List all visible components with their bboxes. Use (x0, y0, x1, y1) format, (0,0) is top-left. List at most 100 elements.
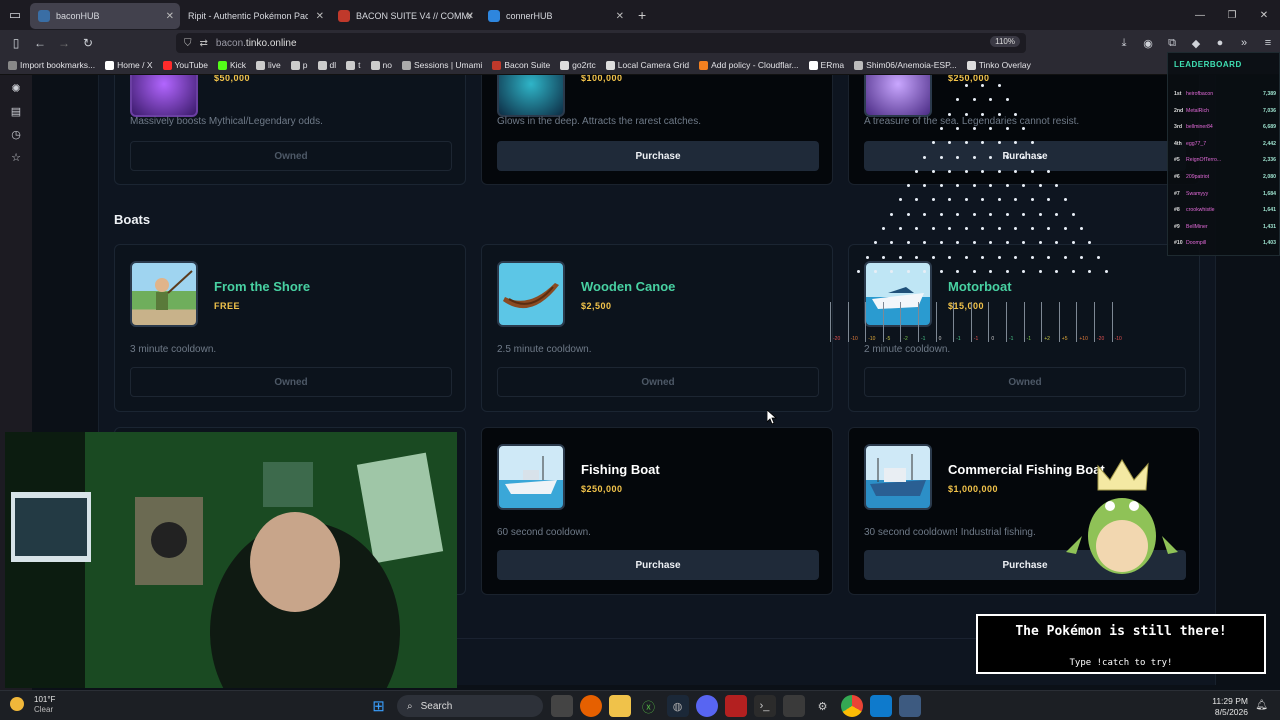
bookmark-item[interactable]: Sessions | Umami (401, 60, 482, 70)
leaderboard-rank: #5 (1174, 157, 1180, 164)
owned-button[interactable]: Owned (130, 367, 452, 397)
bookmark-item[interactable]: Bacon Suite (492, 60, 550, 70)
system-clock[interactable]: 11:29 PM 8/5/2026 (1212, 696, 1248, 718)
bookmark-item[interactable]: Shim06/Anemoia-ESP... (854, 60, 957, 70)
bookmark-item[interactable]: Import bookmarks... (8, 60, 95, 70)
tab-close-icon[interactable]: ✕ (466, 11, 474, 22)
plinko-peg (1022, 269, 1026, 273)
sidebar-toggle-icon[interactable]: ▯ (4, 36, 28, 50)
bookmark-item[interactable]: Tinko Overlay (966, 60, 1031, 70)
reload-icon[interactable]: ↻ (76, 36, 100, 50)
plinko-slot-label: -5 (885, 336, 891, 342)
tab-close-icon[interactable]: ✕ (166, 11, 174, 22)
tab-close-icon[interactable]: ✕ (316, 11, 324, 22)
plinko-slot-label: 0 (938, 336, 942, 342)
weather-widget[interactable]: 101°F Clear (10, 695, 55, 715)
history-icon[interactable]: ◷ (0, 124, 32, 147)
leaderboard-rank: 2nd (1174, 107, 1184, 114)
plinko-peg (1038, 184, 1042, 188)
settings-icon[interactable]: ⚙ (812, 695, 834, 717)
leaderboard-name: MetalRich (1186, 107, 1210, 114)
plinko-peg (956, 126, 960, 130)
leaderboard-name: 209patriot (1186, 174, 1210, 180)
steam-icon[interactable]: ◍ (666, 695, 689, 717)
plinko-peg (956, 212, 960, 216)
forward-arrow-icon[interactable]: → (52, 36, 76, 50)
ai-chat-icon[interactable]: ✺ (0, 78, 32, 101)
bookmark-item[interactable]: Kick (217, 60, 246, 70)
download-icon[interactable]: ⤓ (1112, 37, 1136, 50)
synced-tabs-icon[interactable]: ▤ (0, 101, 32, 124)
window-menu-icon[interactable]: ▭ (0, 0, 30, 30)
bookmark-item[interactable]: Local Camera Grid (605, 60, 689, 70)
file-explorer-icon[interactable] (608, 695, 631, 717)
tab-ripit[interactable]: Ripit - Authentic Pokémon Pack Op ✕ (180, 3, 330, 29)
plinko-peg (1030, 255, 1034, 259)
tab-baconhub[interactable]: baconHUB ✕ (30, 3, 180, 29)
task-view-icon[interactable] (550, 695, 573, 717)
bookmark-item[interactable]: Add policy - Cloudflar... (699, 60, 799, 70)
plinko-peg (931, 169, 935, 173)
plinko-peg (981, 169, 984, 173)
bookmark-item[interactable]: live (256, 60, 281, 70)
leaderboard-score: 7,389 (1263, 91, 1276, 97)
close-window-icon[interactable]: ✕ (1248, 0, 1280, 30)
new-tab-plus-icon[interactable]: + (638, 7, 646, 23)
minimize-icon[interactable]: — (1184, 0, 1216, 30)
plinko-peg (915, 255, 918, 259)
windows-start-icon[interactable]: ⊞ (368, 695, 390, 717)
owned-button[interactable]: Owned (130, 141, 452, 171)
extensions-icon[interactable]: ⧉ (1160, 37, 1184, 50)
purchase-button[interactable]: Purchase (497, 550, 819, 580)
zoom-level-badge[interactable]: 110% (990, 36, 1020, 47)
plinko-peg (956, 184, 960, 188)
firefox-icon[interactable] (579, 695, 602, 717)
purchase-button[interactable]: Purchase (497, 141, 819, 171)
plinko-peg (1055, 184, 1059, 188)
overflow-icon[interactable]: » (1232, 37, 1256, 49)
bookmark-item[interactable]: dl (317, 60, 336, 70)
terminal-icon[interactable]: ›_ (753, 695, 776, 717)
plinko-peg (1014, 112, 1017, 116)
plinko-slot-label: -10 (868, 336, 876, 342)
plinko-peg (956, 98, 960, 102)
bookmark-favicon-icon (105, 60, 115, 70)
app-icon[interactable] (782, 695, 805, 717)
leaderboard-row: #9 BellMiner 1,431 (1174, 220, 1276, 234)
owned-button[interactable]: Owned (497, 367, 819, 397)
bookmarks-star-icon[interactable]: ☆ (0, 147, 32, 170)
discord-icon[interactable] (695, 695, 718, 717)
bookmark-item[interactable]: t (346, 60, 361, 70)
back-arrow-icon[interactable]: ← (28, 36, 52, 50)
account-icon[interactable]: ◉ (1136, 37, 1160, 50)
chrome-icon[interactable] (840, 695, 863, 717)
maximize-icon[interactable]: ❐ (1216, 0, 1248, 30)
address-bar[interactable]: ⛉ ⇄ bacon. tinko.online 110% (176, 33, 1026, 53)
plinko-peg (931, 255, 935, 259)
app-icon[interactable] (724, 695, 747, 717)
bookmark-item[interactable]: go2rtc (560, 60, 596, 70)
moon-weather-icon (10, 697, 24, 711)
xbox-icon[interactable]: ⓧ (638, 695, 660, 717)
plinko-peg (1088, 269, 1092, 273)
vscode-icon[interactable] (869, 695, 892, 717)
plinko-peg (1014, 255, 1017, 259)
menu-icon[interactable]: ≡ (1256, 37, 1280, 49)
bookmark-item[interactable]: no (370, 60, 392, 70)
bookmark-label: Tinko Overlay (978, 60, 1031, 70)
item-description: Glows in the deep. Attracts the rarest c… (497, 116, 701, 127)
tab-close-icon[interactable]: ✕ (616, 11, 624, 22)
bookmark-item[interactable]: Home / X (105, 60, 153, 70)
bookmark-item[interactable]: YouTube (162, 60, 208, 70)
plinko-peg (906, 212, 910, 216)
notification-bell-icon[interactable]: 🔔︎ (1255, 700, 1268, 711)
extension-icon[interactable]: ● (1208, 37, 1232, 49)
tab-connerhub[interactable]: connerHUB ✕ (480, 3, 630, 29)
owned-button[interactable]: Owned (864, 367, 1186, 397)
tab-bacon-suite[interactable]: BACON SUITE V4 // COMMAND ✕ (330, 3, 480, 29)
extension-icon[interactable]: ◆ (1184, 37, 1208, 50)
bookmark-item[interactable]: ERma (808, 60, 844, 70)
app-icon[interactable] (898, 695, 921, 717)
taskbar-search[interactable]: ⌕ Search (397, 695, 543, 717)
bookmark-item[interactable]: p (290, 60, 308, 70)
